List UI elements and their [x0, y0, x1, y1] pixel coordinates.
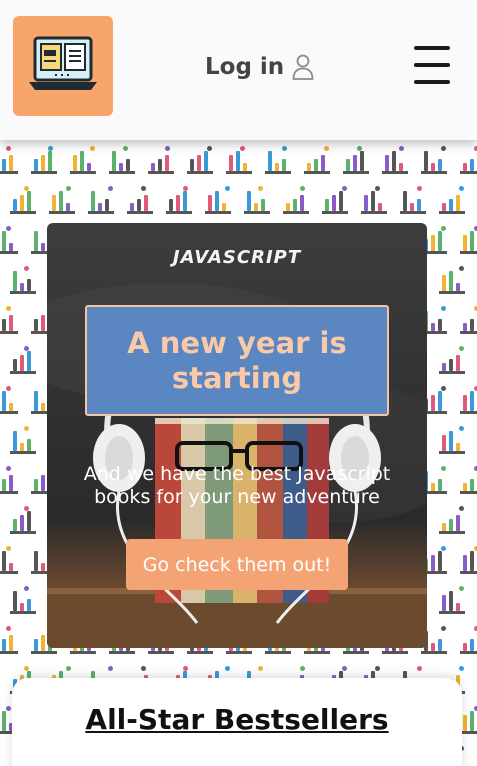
pattern-icon	[8, 584, 38, 614]
pattern-icon	[8, 264, 38, 294]
pattern-icon	[164, 184, 194, 214]
pattern-row	[8, 184, 477, 224]
pattern-icon	[0, 384, 20, 414]
pattern-icon	[458, 224, 477, 254]
bestsellers-section: All-Star Bestsellers	[12, 678, 462, 766]
pattern-icon	[458, 464, 477, 494]
menu-line	[414, 46, 450, 50]
pattern-icon	[146, 144, 176, 174]
menu-line	[414, 63, 450, 67]
pattern-icon	[242, 184, 272, 214]
pattern-icon	[8, 184, 38, 214]
pattern-icon	[458, 304, 477, 334]
site-header: Log in	[0, 0, 477, 140]
pattern-icon	[263, 144, 293, 174]
pattern-icon	[0, 464, 20, 494]
pattern-icon	[437, 584, 467, 614]
laptop-book-icon	[29, 36, 97, 90]
pattern-icon	[281, 184, 311, 214]
pattern-icon	[0, 544, 20, 574]
pattern-icon	[0, 144, 20, 174]
pattern-icon	[107, 144, 137, 174]
pattern-icon	[320, 184, 350, 214]
pattern-icon	[8, 424, 38, 454]
site-logo[interactable]	[13, 16, 113, 116]
pattern-icon	[0, 624, 20, 654]
pattern-icon	[398, 184, 428, 214]
pattern-icon	[437, 504, 467, 534]
pattern-icon	[458, 544, 477, 574]
pattern-icon	[203, 184, 233, 214]
pattern-icon	[437, 184, 467, 214]
hero-title: A new year is starting	[85, 305, 389, 416]
pattern-icon	[437, 424, 467, 454]
bestsellers-heading: All-Star Bestsellers	[85, 703, 389, 736]
pattern-icon	[380, 144, 410, 174]
pattern-icon	[8, 344, 38, 374]
pattern-icon	[224, 144, 254, 174]
check-books-button[interactable]: Go check them out!	[126, 539, 348, 590]
login-label: Log in	[205, 54, 285, 80]
pattern-icon	[458, 624, 477, 654]
user-icon	[292, 54, 314, 80]
hero-subtitle: And we have the best Javascript books fo…	[83, 463, 391, 508]
pattern-icon	[458, 384, 477, 414]
pattern-icon	[437, 344, 467, 374]
hero-brand-text: JAVASCRIPT	[172, 247, 302, 268]
menu-line	[414, 80, 450, 84]
pattern-icon	[86, 184, 116, 214]
pattern-icon	[125, 184, 155, 214]
pattern-icon	[29, 144, 59, 174]
pattern-row	[0, 144, 477, 184]
pattern-icon	[341, 144, 371, 174]
pattern-icon	[419, 144, 449, 174]
pattern-icon	[47, 184, 77, 214]
pattern-icon	[458, 144, 477, 174]
hero-banner: JAVASCRIPT A new year is starting And we…	[47, 223, 427, 648]
pattern-icon	[302, 144, 332, 174]
pattern-icon	[0, 304, 20, 334]
pattern-icon	[437, 264, 467, 294]
pattern-icon	[0, 224, 20, 254]
pattern-icon	[8, 504, 38, 534]
pattern-icon	[185, 144, 215, 174]
pattern-icon	[359, 184, 389, 214]
login-link[interactable]: Log in	[205, 50, 314, 84]
pattern-icon	[68, 144, 98, 174]
hamburger-menu-icon[interactable]	[414, 46, 450, 84]
